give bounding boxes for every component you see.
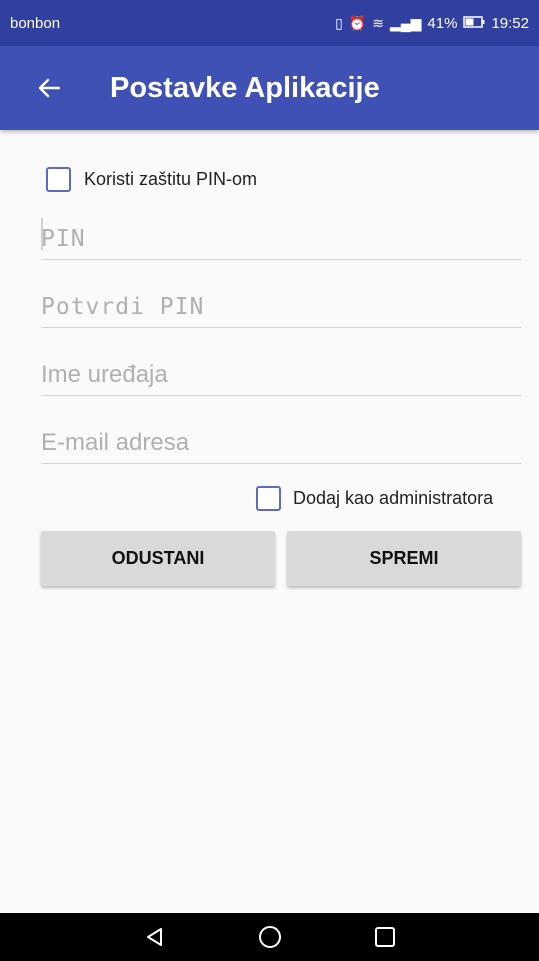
page-title: Postavke Aplikacije: [110, 71, 380, 104]
admin-row[interactable]: Dodaj kao administratora: [256, 486, 493, 511]
text-cursor: [41, 218, 43, 250]
signal-icon: ▂▄▆: [389, 14, 422, 31]
device-name-input[interactable]: [41, 346, 521, 395]
arrow-left-icon: [38, 78, 60, 98]
carrier-name: bonbon: [10, 14, 61, 32]
pin-field-container: [41, 210, 521, 260]
back-button[interactable]: [0, 46, 110, 130]
pin-protection-row[interactable]: Koristi zaštitu PIN-om: [46, 167, 257, 192]
nav-home-button[interactable]: [212, 913, 327, 961]
cancel-button[interactable]: ODUSTANI: [41, 531, 275, 586]
pin-protection-label: Koristi zaštitu PIN-om: [84, 169, 258, 189]
battery-icon: [463, 15, 485, 32]
pin-protection-checkbox[interactable]: [46, 167, 71, 192]
email-field-container: [41, 414, 521, 464]
pin-input[interactable]: [41, 210, 521, 259]
alarm-icon: ⏰: [348, 14, 367, 31]
square-recents-icon: [374, 927, 395, 947]
clock: 19:52: [491, 14, 529, 32]
nav-back-button[interactable]: [97, 913, 212, 961]
email-input[interactable]: [41, 414, 521, 463]
save-button[interactable]: SPREMI: [287, 531, 521, 586]
status-icons: ▯ ⏰ ≋ ▂▄▆ 41% 19:52: [335, 15, 529, 32]
admin-label: Dodaj kao administratora: [293, 488, 494, 508]
admin-checkbox[interactable]: [256, 486, 281, 511]
triangle-back-icon: [146, 928, 162, 946]
confirm-pin-input[interactable]: [41, 278, 521, 327]
vibrate-icon: ▯: [335, 14, 343, 31]
wifi-icon: ≋: [372, 14, 384, 31]
app-bar: Postavke Aplikacije: [0, 46, 539, 130]
nav-recents-button[interactable]: [327, 913, 442, 961]
circle-home-icon: [258, 926, 281, 948]
confirm-pin-field-container: [41, 278, 521, 328]
status-bar: bonbon ▯ ⏰ ≋ ▂▄▆ 41% 19:52: [0, 0, 539, 46]
device-name-field-container: [41, 346, 521, 396]
navigation-bar: [0, 913, 539, 961]
battery-percent: 41%: [427, 14, 458, 32]
